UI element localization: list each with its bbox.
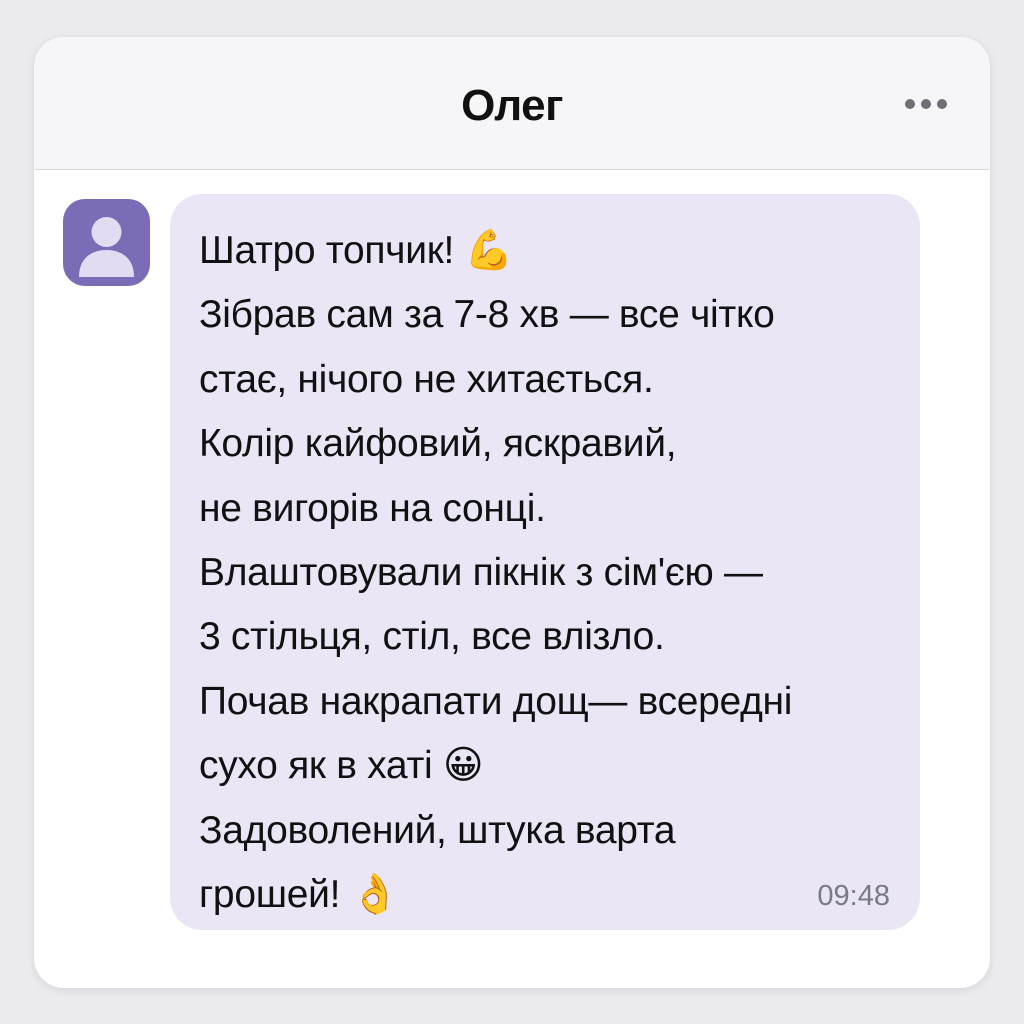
chat-header: Олег: [34, 37, 990, 170]
message-text: Шатро топчик! 💪 Зібрав сам за 7-8 хв — в…: [199, 229, 793, 917]
chat-window: Олег Шатро топчик! 💪 Зібрав сам за 7-8 х…: [34, 37, 990, 988]
more-dot-icon: [921, 99, 931, 109]
user-icon: [79, 217, 134, 277]
message-bubble[interactable]: Шатро топчик! 💪 Зібрав сам за 7-8 хв — в…: [170, 194, 920, 930]
more-dot-icon: [905, 99, 915, 109]
more-options-button[interactable]: [896, 89, 956, 119]
avatar[interactable]: [63, 199, 150, 286]
contact-name[interactable]: Олег: [34, 81, 990, 131]
more-dot-icon: [937, 99, 947, 109]
message-time: 09:48: [817, 880, 890, 912]
